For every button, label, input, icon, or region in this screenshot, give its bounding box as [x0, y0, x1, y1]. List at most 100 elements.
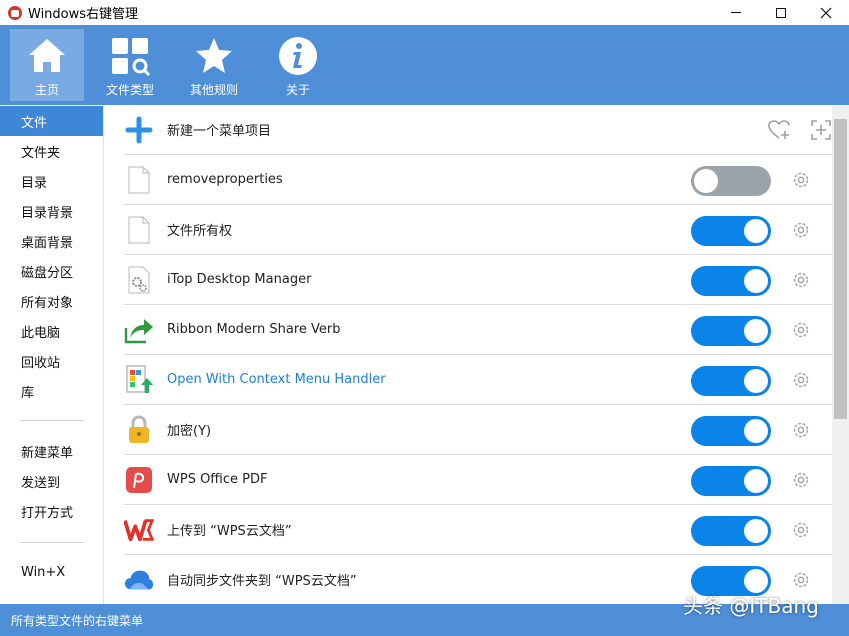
toolbar-home-button[interactable]: 主页 [10, 29, 84, 101]
gear-icon[interactable] [791, 170, 811, 190]
menu-item-label: WPS Office PDF [167, 472, 268, 487]
enable-toggle[interactable] [691, 366, 771, 396]
menu-item-label: 上传到 “WPS云文档” [167, 524, 292, 539]
sidebar-item-label: 文件夹 [21, 145, 61, 161]
minimize-button[interactable] [713, 0, 759, 25]
close-icon [820, 7, 832, 18]
menu-item-row[interactable]: 加密(Y) [124, 405, 832, 455]
sidebar-item-directory[interactable]: 目录 [0, 166, 103, 196]
cloud-icon [124, 565, 154, 595]
scrollbar-thumb[interactable] [834, 119, 847, 419]
sidebar-item-send-to[interactable]: 发送到 [0, 466, 103, 496]
menu-item-row[interactable]: 上传到 “WPS云文档” [124, 505, 832, 555]
enable-toggle[interactable] [691, 266, 771, 296]
menu-item-label: iTop Desktop Manager [167, 272, 312, 287]
sidebar-item-label: 库 [21, 385, 35, 401]
sidebar-item-desktop-background[interactable]: 桌面背景 [0, 226, 103, 256]
sidebar-item-all-objects[interactable]: 所有对象 [0, 286, 103, 316]
sidebar-item-directory-background[interactable]: 目录背景 [0, 196, 103, 226]
share-arrow-icon [124, 315, 154, 345]
menu-item-row[interactable]: Open With Context Menu Handler [124, 355, 832, 405]
gear-icon[interactable] [791, 370, 811, 390]
app-icon [8, 5, 22, 20]
toolbar-about-button[interactable]: 关于 [261, 29, 335, 101]
toggle-knob [694, 169, 718, 193]
enable-toggle[interactable] [691, 216, 771, 246]
new-menu-item-label: 新建一个菜单项目 [167, 124, 272, 139]
sidebar-item-open-with[interactable]: 打开方式 [0, 496, 103, 526]
menu-item-label: Ribbon Modern Share Verb [167, 322, 341, 337]
sidebar: 文件 文件夹 目录 目录背景 桌面背景 磁盘分区 所有对象 此电脑 回收站 库 … [0, 105, 104, 604]
vertical-scrollbar[interactable] [832, 105, 849, 604]
menu-item-label: 文件所有权 [167, 224, 233, 239]
sidebar-item-label: 桌面背景 [21, 235, 74, 251]
enable-toggle[interactable] [691, 316, 771, 346]
maximize-button[interactable] [758, 0, 804, 25]
enable-toggle[interactable] [691, 416, 771, 446]
minimize-icon [731, 12, 741, 13]
sidebar-item-library[interactable]: 库 [0, 376, 103, 406]
enable-toggle[interactable] [691, 466, 771, 496]
toggle-knob [744, 419, 768, 443]
gear-file-icon [124, 265, 154, 295]
toolbar-other-rules-button[interactable]: 其他规则 [177, 29, 251, 101]
sidebar-item-label: 文件 [21, 115, 48, 131]
lock-icon [124, 415, 154, 445]
open-with-icon [124, 365, 154, 395]
sidebar-item-file[interactable]: 文件 [0, 106, 103, 136]
new-menu-item-row[interactable]: 新建一个菜单项目 [124, 105, 832, 155]
menu-item-row[interactable]: Ribbon Modern Share Verb [124, 305, 832, 355]
toggle-knob [744, 469, 768, 493]
sidebar-item-label: 回收站 [21, 355, 61, 371]
menu-item-label: 自动同步文件夹到 “WPS云文档” [167, 574, 357, 589]
menu-item-label: Open With Context Menu Handler [167, 372, 386, 387]
menu-item-row[interactable]: iTop Desktop Manager [124, 255, 832, 305]
window-title: Windows右键管理 [28, 7, 139, 22]
star-icon [196, 38, 232, 73]
sidebar-item-label: 新建菜单 [21, 445, 74, 461]
toolbar-about-label: 关于 [285, 83, 310, 97]
sidebar-divider [20, 542, 84, 543]
sidebar-item-new-menu[interactable]: 新建菜单 [0, 436, 103, 466]
sidebar-item-label: 此电脑 [21, 325, 61, 341]
sidebar-item-label: 所有对象 [21, 295, 74, 311]
add-item-icon[interactable] [809, 118, 832, 142]
gear-icon[interactable] [791, 420, 811, 440]
menu-item-row[interactable]: removeproperties [124, 155, 832, 205]
add-icon [124, 115, 154, 145]
toolbar-file-types-button[interactable]: 文件类型 [93, 29, 167, 101]
status-text: 所有类型文件的右键菜单 [11, 613, 144, 628]
toggle-knob [744, 519, 768, 543]
toolbar-file-types-label: 文件类型 [105, 83, 154, 97]
sidebar-item-folder[interactable]: 文件夹 [0, 136, 103, 166]
gear-icon[interactable] [791, 270, 811, 290]
gear-icon[interactable] [791, 320, 811, 340]
toolbar-home-label: 主页 [34, 83, 59, 97]
enable-toggle[interactable] [691, 516, 771, 546]
watermark: 头条 @ITBang [683, 594, 819, 618]
close-button[interactable] [803, 0, 849, 25]
menu-item-label: removeproperties [167, 172, 283, 187]
gear-icon[interactable] [791, 570, 811, 590]
enable-toggle[interactable] [691, 166, 771, 196]
sidebar-item-recycle-bin[interactable]: 回收站 [0, 346, 103, 376]
sidebar-item-label: Win+X [21, 564, 66, 580]
sidebar-item-win-x[interactable]: Win+X [0, 557, 103, 587]
sidebar-divider [20, 420, 84, 421]
menu-item-row[interactable]: WPS Office PDF [124, 455, 832, 505]
file-types-icon [112, 38, 151, 77]
sidebar-item-this-pc[interactable]: 此电脑 [0, 316, 103, 346]
home-icon [29, 39, 65, 72]
sidebar-item-label: 磁盘分区 [21, 265, 74, 281]
toggle-knob [744, 219, 768, 243]
maximize-icon [776, 7, 786, 18]
gear-icon[interactable] [791, 220, 811, 240]
menu-item-row[interactable]: 文件所有权 [124, 205, 832, 255]
sidebar-item-label: 打开方式 [21, 505, 74, 521]
favorite-add-icon[interactable] [767, 118, 791, 142]
gear-icon[interactable] [791, 470, 811, 490]
toggle-knob [744, 319, 768, 343]
sidebar-item-label: 目录背景 [21, 205, 74, 221]
gear-icon[interactable] [791, 520, 811, 540]
sidebar-item-drive[interactable]: 磁盘分区 [0, 256, 103, 286]
